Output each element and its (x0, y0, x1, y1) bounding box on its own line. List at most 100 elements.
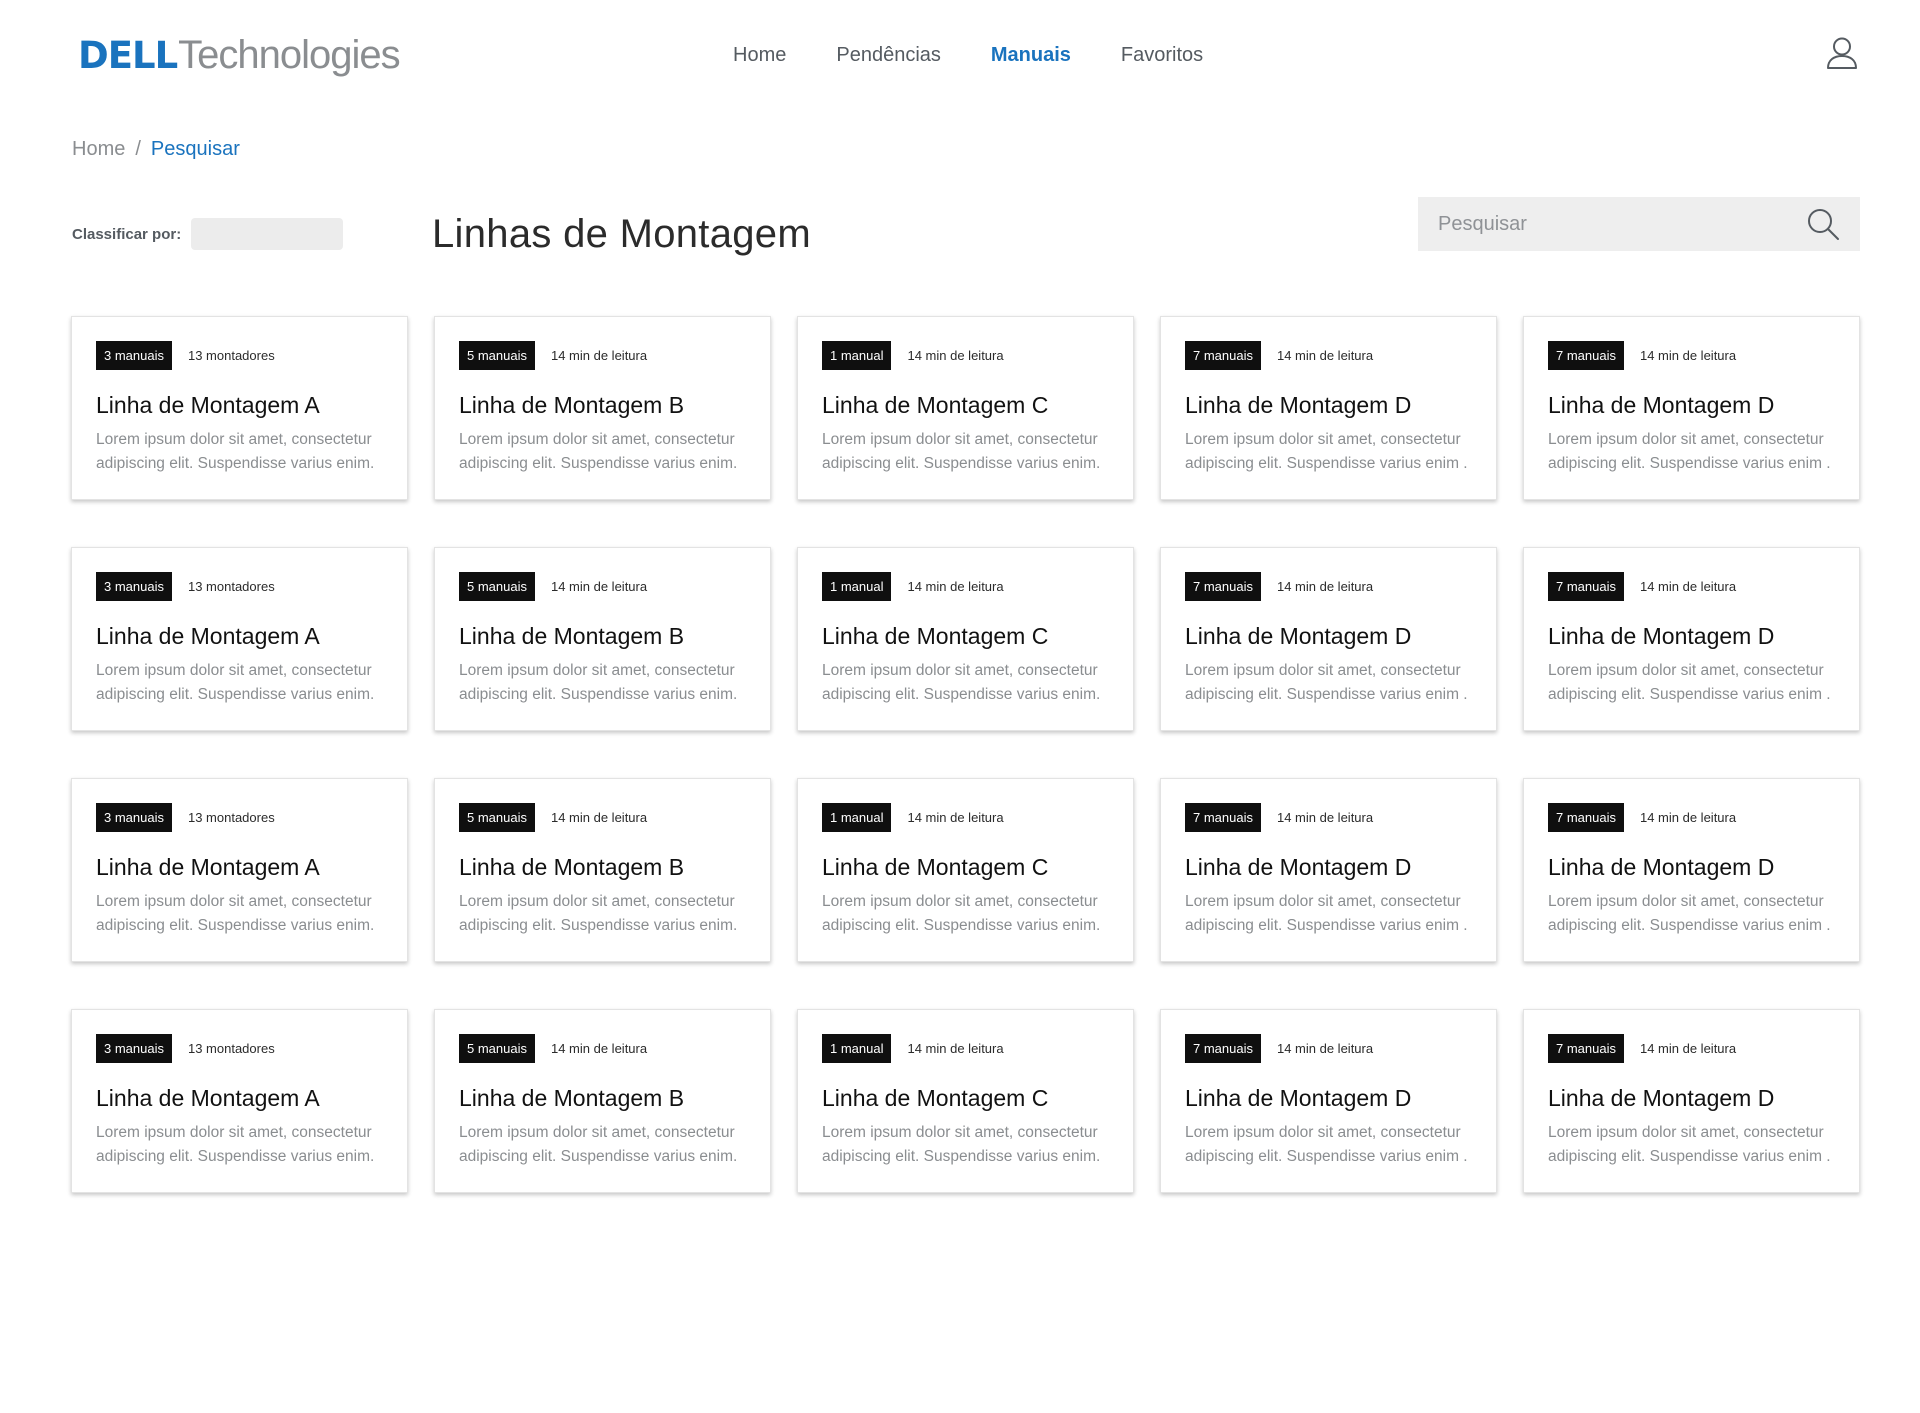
card-description: Lorem ipsum dolor sit amet, consectetur … (1548, 431, 1831, 472)
card-title: Linha de Montagem D (1548, 392, 1775, 418)
manual-count-badge: 3 manuais (96, 1034, 172, 1063)
card-meta: 7 manuais 14 min de leitura (1548, 572, 1835, 601)
card-title: Linha de Montagem D (1185, 392, 1412, 418)
assembly-line-card[interactable]: 5 manuais 14 min de leitura Linha de Mon… (434, 778, 771, 962)
card-meta-text: 14 min de leitura (1276, 810, 1374, 825)
card-meta: 7 manuais 14 min de leitura (1548, 1034, 1835, 1063)
card-description: Lorem ipsum dolor sit amet, consectetur … (1548, 1124, 1831, 1165)
card-description: Lorem ipsum dolor sit amet, consectetur … (822, 662, 1101, 703)
assembly-line-card[interactable]: 3 manuais 13 montadores Linha de Montage… (71, 1009, 408, 1193)
assembly-line-card[interactable]: 7 manuais 14 min de leitura Linha de Mon… (1523, 316, 1860, 500)
logo-dell-wordmark: DELL (78, 34, 178, 77)
card-description: Lorem ipsum dolor sit amet, consectetur … (459, 431, 738, 472)
assembly-line-card[interactable]: 7 manuais 14 min de leitura Linha de Mon… (1160, 316, 1497, 500)
card-description: Lorem ipsum dolor sit amet, consectetur … (459, 1124, 738, 1165)
card-meta-text: 13 montadores (187, 810, 275, 825)
assembly-line-card[interactable]: 3 manuais 13 montadores Linha de Montage… (71, 547, 408, 731)
breadcrumb-current[interactable]: Pesquisar (151, 138, 240, 161)
manual-count-badge: 5 manuais (459, 341, 535, 370)
card-grid: 3 manuais 13 montadores Linha de Montage… (71, 316, 1860, 1193)
card-description: Lorem ipsum dolor sit amet, consectetur … (96, 662, 375, 703)
card-meta: 7 manuais 14 min de leitura (1185, 341, 1472, 370)
card-meta: 1 manual 14 min de leitura (822, 341, 1109, 370)
card-meta-text: 14 min de leitura (550, 1041, 648, 1056)
card-title: Linha de Montagem C (822, 392, 1049, 418)
card-meta-text: 14 min de leitura (1639, 579, 1737, 594)
assembly-line-card[interactable]: 3 manuais 13 montadores Linha de Montage… (71, 778, 408, 962)
card-meta-text: 14 min de leitura (1276, 1041, 1374, 1056)
assembly-line-card[interactable]: 5 manuais 14 min de leitura Linha de Mon… (434, 316, 771, 500)
card-meta: 1 manual 14 min de leitura (822, 572, 1109, 601)
card-meta: 5 manuais 14 min de leitura (459, 803, 746, 832)
manual-count-badge: 1 manual (822, 341, 892, 370)
card-meta: 5 manuais 14 min de leitura (459, 341, 746, 370)
manual-count-badge: 7 manuais (1185, 803, 1261, 832)
nav-item-favoritos[interactable]: Favoritos (1121, 40, 1203, 70)
manual-count-badge: 5 manuais (459, 803, 535, 832)
assembly-line-card[interactable]: 1 manual 14 min de leitura Linha de Mont… (797, 1009, 1134, 1193)
card-meta: 7 manuais 14 min de leitura (1548, 803, 1835, 832)
manual-count-badge: 5 manuais (459, 572, 535, 601)
assembly-line-card[interactable]: 1 manual 14 min de leitura Linha de Mont… (797, 778, 1134, 962)
search-input[interactable] (1418, 197, 1806, 251)
breadcrumb-separator: / (135, 138, 141, 160)
main-nav: Home Pendências Manuais Favoritos (733, 40, 1203, 70)
card-meta: 3 manuais 13 montadores (96, 1034, 383, 1063)
card-title: Linha de Montagem A (96, 854, 320, 880)
search-icon[interactable] (1806, 207, 1840, 241)
assembly-line-card[interactable]: 3 manuais 13 montadores Linha de Montage… (71, 316, 408, 500)
assembly-line-card[interactable]: 7 manuais 14 min de leitura Linha de Mon… (1160, 1009, 1497, 1193)
assembly-line-card[interactable]: 1 manual 14 min de leitura Linha de Mont… (797, 547, 1134, 731)
nav-item-home[interactable]: Home (733, 40, 786, 70)
manual-count-badge: 5 manuais (459, 1034, 535, 1063)
card-description: Lorem ipsum dolor sit amet, consectetur … (822, 431, 1101, 472)
card-meta-text: 14 min de leitura (1639, 810, 1737, 825)
manual-count-badge: 7 manuais (1185, 572, 1261, 601)
card-title: Linha de Montagem D (1548, 1085, 1775, 1111)
card-title: Linha de Montagem B (459, 623, 685, 649)
card-meta-text: 14 min de leitura (907, 1041, 1004, 1056)
logo-technologies-wordmark: Technologies (178, 33, 400, 77)
breadcrumb-home-link[interactable]: Home (72, 138, 125, 161)
card-title: Linha de Montagem A (96, 392, 320, 418)
manual-count-badge: 1 manual (822, 1034, 892, 1063)
assembly-line-card[interactable]: 7 manuais 14 min de leitura Linha de Mon… (1160, 778, 1497, 962)
manual-count-badge: 7 manuais (1548, 572, 1624, 601)
card-description: Lorem ipsum dolor sit amet, consectetur … (1185, 1124, 1468, 1165)
manual-count-badge: 3 manuais (96, 572, 172, 601)
card-description: Lorem ipsum dolor sit amet, consectetur … (96, 893, 375, 934)
manual-count-badge: 1 manual (822, 803, 892, 832)
search-box (1418, 197, 1860, 251)
assembly-line-card[interactable]: 5 manuais 14 min de leitura Linha de Mon… (434, 1009, 771, 1193)
assembly-line-card[interactable]: 7 manuais 14 min de leitura Linha de Mon… (1523, 778, 1860, 962)
assembly-line-card[interactable]: 1 manual 14 min de leitura Linha de Mont… (797, 316, 1134, 500)
card-description: Lorem ipsum dolor sit amet, consectetur … (1185, 431, 1468, 472)
assembly-line-card[interactable]: 5 manuais 14 min de leitura Linha de Mon… (434, 547, 771, 731)
user-icon[interactable] (1826, 36, 1858, 70)
manual-count-badge: 7 manuais (1185, 1034, 1261, 1063)
card-description: Lorem ipsum dolor sit amet, consectetur … (1548, 893, 1831, 934)
card-meta-text: 14 min de leitura (550, 810, 648, 825)
card-meta-text: 14 min de leitura (907, 579, 1004, 594)
nav-item-pendencias[interactable]: Pendências (836, 40, 941, 70)
card-meta: 1 manual 14 min de leitura (822, 803, 1109, 832)
sort-label: Classificar por: (72, 226, 182, 243)
manual-count-badge: 7 manuais (1548, 341, 1624, 370)
card-meta: 7 manuais 14 min de leitura (1185, 803, 1472, 832)
assembly-line-card[interactable]: 7 manuais 14 min de leitura Linha de Mon… (1523, 547, 1860, 731)
card-description: Lorem ipsum dolor sit amet, consectetur … (459, 893, 738, 934)
card-title: Linha de Montagem D (1185, 854, 1412, 880)
nav-item-manuais[interactable]: Manuais (991, 40, 1071, 70)
card-title: Linha de Montagem C (822, 854, 1049, 880)
card-description: Lorem ipsum dolor sit amet, consectetur … (459, 662, 738, 703)
card-meta: 7 manuais 14 min de leitura (1185, 572, 1472, 601)
assembly-line-card[interactable]: 7 manuais 14 min de leitura Linha de Mon… (1160, 547, 1497, 731)
card-meta: 3 manuais 13 montadores (96, 341, 383, 370)
card-title: Linha de Montagem B (459, 1085, 685, 1111)
dell-technologies-logo[interactable]: DELL Technologies (78, 30, 401, 80)
assembly-line-card[interactable]: 7 manuais 14 min de leitura Linha de Mon… (1523, 1009, 1860, 1193)
card-title: Linha de Montagem D (1548, 623, 1775, 649)
top-header: DELL Technologies Home Pendências Manuai… (0, 0, 1920, 110)
card-meta: 5 manuais 14 min de leitura (459, 1034, 746, 1063)
sort-select[interactable] (191, 218, 343, 250)
